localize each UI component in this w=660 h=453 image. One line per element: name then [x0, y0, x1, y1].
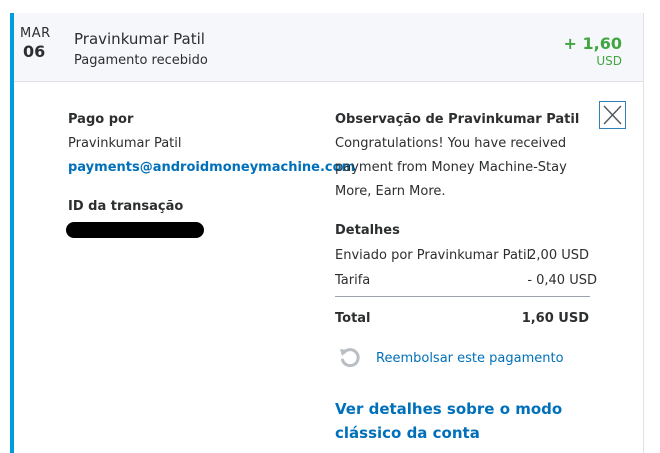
detail-row-label: Tarifa: [335, 273, 371, 288]
details-divider: [335, 296, 590, 297]
close-button[interactable]: [599, 101, 626, 129]
note-line: payment from Money Machine-Stay: [335, 160, 567, 175]
total-value: 1,60 USD: [521, 311, 589, 326]
transaction-id-label: ID da transação: [68, 199, 184, 214]
note-label: Observação de Pravinkumar Patil: [335, 112, 580, 127]
refund-payment-link[interactable]: Reembolsar este pagamento: [376, 351, 564, 366]
transaction-amount: + 1,60: [563, 34, 622, 53]
classic-view-link[interactable]: clássico da conta: [335, 424, 480, 442]
refresh-icon[interactable]: [338, 346, 362, 370]
note-line: Congratulations! You have received: [335, 136, 567, 151]
counterparty-name: Pravinkumar Patil: [74, 30, 205, 48]
transaction-currency: USD: [596, 54, 622, 68]
total-label: Total: [335, 311, 371, 326]
date-month: MAR: [20, 26, 51, 41]
date-day: 06: [23, 42, 46, 61]
transaction-type: Pagamento recebido: [74, 53, 208, 68]
detail-row-value: - 0,40 USD: [527, 273, 597, 288]
paid-by-label: Pago por: [68, 112, 134, 127]
detail-row-label: Enviado por Pravinkumar Patil: [335, 248, 531, 263]
classic-view-link[interactable]: Ver detalhes sobre o modo: [335, 400, 562, 418]
details-label: Detalhes: [335, 223, 400, 238]
close-icon: [603, 105, 622, 125]
note-line: More, Earn More.: [335, 184, 446, 199]
paid-by-email-link[interactable]: payments@androidmoneymachine.com: [68, 160, 355, 175]
panel-border: [643, 13, 644, 453]
selection-accent-bar: [10, 13, 14, 453]
transaction-id-redacted: [66, 222, 204, 238]
paid-by-name: Pravinkumar Patil: [68, 136, 182, 151]
detail-row-value: 2,00 USD: [528, 248, 589, 263]
